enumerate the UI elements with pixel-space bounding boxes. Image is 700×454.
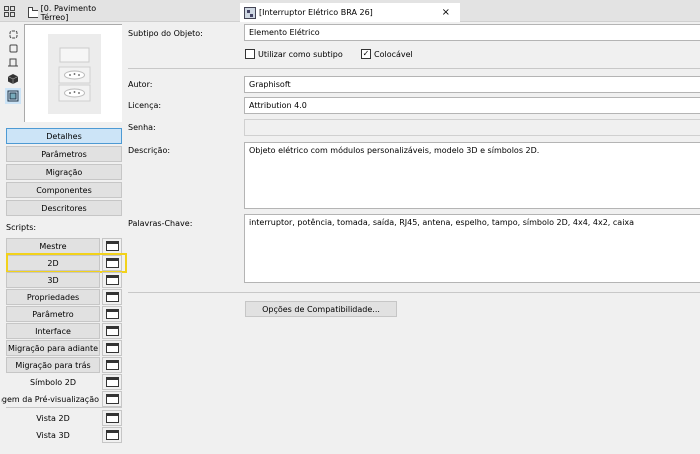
preview-image-label[interactable]: Imagem da Pré-visualização (0, 391, 100, 407)
open-editor-icon[interactable] (102, 340, 122, 356)
script-master-button[interactable]: Mestre (6, 238, 100, 254)
tab-label: [Interruptor Elétrico BRA 26] (259, 8, 373, 17)
open-editor-icon[interactable] (102, 323, 122, 339)
script-interface-button[interactable]: Interface (6, 323, 100, 339)
license-label: Licença: (128, 101, 162, 110)
floor-plan-tab-icon (28, 7, 38, 18)
parameters-button[interactable]: Parâmetros (6, 146, 122, 162)
open-editor-icon[interactable] (102, 410, 122, 426)
open-editor-icon[interactable] (102, 306, 122, 322)
details-button[interactable]: Detalhes (6, 128, 122, 144)
view-3d-label[interactable]: Vista 3D (6, 427, 100, 443)
subtype-label: Subtipo do Objeto: (128, 29, 203, 38)
tab-label: [0. Pavimento Térreo] (40, 3, 97, 22)
scripts-label: Scripts: (6, 223, 37, 232)
open-editor-icon[interactable] (102, 374, 122, 390)
description-label: Descrição: (128, 146, 171, 155)
keywords-textarea[interactable]: interruptor, potência, tomada, saída, RJ… (244, 214, 700, 283)
migration-button[interactable]: Migração (6, 164, 122, 180)
script-properties-button[interactable]: Propriedades (6, 289, 100, 305)
view-2d-label[interactable]: Vista 2D (6, 410, 100, 426)
divider (128, 68, 700, 69)
close-tab-button[interactable]: × (442, 7, 450, 18)
divider (128, 292, 700, 293)
components-button[interactable]: Componentes (6, 182, 122, 198)
keywords-label: Palavras-Chave: (128, 219, 193, 228)
author-label: Autor: (128, 80, 153, 89)
author-field[interactable]: Graphisoft (244, 76, 700, 93)
script-backward-migration-button[interactable]: Migração para trás (6, 357, 100, 373)
tab-object[interactable]: [Interruptor Elétrico BRA 26] × (240, 3, 460, 22)
3d-cube-icon[interactable] (5, 71, 21, 87)
open-editor-icon[interactable] (102, 427, 122, 443)
descriptors-button[interactable]: Descritores (6, 200, 122, 216)
grid-icon[interactable] (4, 6, 15, 19)
compatibility-options-button[interactable]: Opções de Compatibilidade... (245, 301, 397, 317)
password-label: Senha: (128, 123, 156, 132)
open-editor-icon[interactable] (102, 272, 122, 288)
object-tab-icon (244, 6, 256, 19)
open-editor-icon[interactable] (102, 238, 122, 254)
script-forward-migration-button[interactable]: Migração para adiante (6, 340, 100, 356)
open-editor-icon[interactable] (102, 289, 122, 305)
switch-plate-image (48, 34, 101, 114)
script-3d-button[interactable]: 3D (6, 272, 100, 288)
tab-floor-plan[interactable]: [0. Pavimento Térreo] (24, 3, 120, 22)
license-field[interactable]: Attribution 4.0 (244, 97, 700, 114)
symbol-2d-label[interactable]: Símbolo 2D (6, 374, 100, 390)
details-view-icon[interactable] (5, 88, 21, 104)
rectangle-icon[interactable] (5, 40, 21, 56)
subtype-field[interactable]: Elemento Elétrico (244, 24, 700, 41)
description-textarea[interactable]: Objeto elétrico com módulos personalizáv… (244, 142, 700, 209)
divider (6, 407, 122, 408)
floor-plan-icon[interactable] (5, 55, 21, 71)
open-editor-icon[interactable] (102, 391, 122, 407)
use-as-subtype-checkbox[interactable]: Utilizar como subtipo (245, 49, 343, 59)
placeable-checkbox[interactable]: ✓ Colocável (361, 49, 413, 59)
highlight-box (6, 253, 127, 273)
object-preview (24, 24, 122, 122)
open-editor-icon[interactable] (102, 357, 122, 373)
password-field[interactable] (244, 119, 700, 136)
script-parameter-button[interactable]: Parâmetro (6, 306, 100, 322)
